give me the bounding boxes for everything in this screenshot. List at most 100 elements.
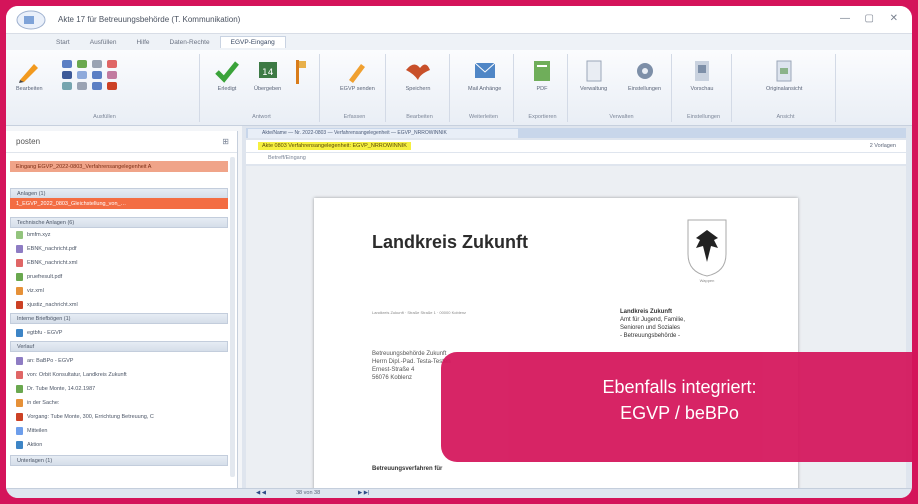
mail-icon xyxy=(474,62,496,78)
coat-of-arms-icon xyxy=(687,219,727,277)
format-icons[interactable] xyxy=(62,60,119,90)
file-icon xyxy=(16,244,23,253)
list-item[interactable]: viz.xml xyxy=(10,285,228,296)
list-item[interactable]: EBNK_nachricht.xml xyxy=(10,257,228,268)
mail-attachments-button[interactable]: Mail Anhänge xyxy=(468,58,501,92)
list-item[interactable]: pruefresult.pdf xyxy=(10,271,228,282)
style-icon[interactable] xyxy=(107,71,117,79)
file-icon xyxy=(16,272,23,281)
section-header[interactable]: Interne Briefbögen (1) xyxy=(10,313,228,324)
row-label: pruefresult.pdf xyxy=(27,273,63,280)
list-item[interactable]: von: Orbit Konsultatur, Landkreis Zukunf… xyxy=(10,369,228,380)
list-item[interactable]: Vorgang: Tube Monte, 300, Errichtung Bet… xyxy=(10,411,228,422)
section-header[interactable]: Technische Anlagen (6) xyxy=(10,217,228,228)
tab-ausfuellen[interactable]: Ausfüllen xyxy=(80,37,127,48)
navigation-panel: posten ⊞ Eingang EGVP_2022-0803_Verfahre… xyxy=(6,131,238,489)
list-item[interactable]: EBNK_nachricht.pdf xyxy=(10,243,228,254)
list-item[interactable]: bmfm.xyz xyxy=(10,229,228,240)
delete-icon[interactable] xyxy=(107,82,117,90)
document-tab-bar: Akte/Name — Nr. 2022-0803 — Verfahrensan… xyxy=(246,128,906,138)
list-item[interactable]: an: BaBPo - EGVP xyxy=(10,355,228,366)
done-button[interactable]: Erledigt xyxy=(214,58,240,92)
underline-icon[interactable] xyxy=(92,60,102,68)
manage-label: Verwaltung xyxy=(580,86,608,92)
link-icon[interactable] xyxy=(92,82,102,90)
selected-message[interactable]: Eingang EGVP_2022-0803_Verfahrensangeleg… xyxy=(10,161,228,172)
row-label: Unterlagen (1) xyxy=(17,457,53,464)
crest-caption: Wappen xyxy=(699,278,715,283)
file-icon xyxy=(16,412,23,421)
section-header[interactable]: Unterlagen (1) xyxy=(10,455,228,466)
file-icon xyxy=(16,384,23,393)
templates-count[interactable]: 2 Vorlagen xyxy=(870,143,896,149)
sender-line: - Betreuungsbehörde - xyxy=(620,333,681,339)
row-label: Mitteilen xyxy=(27,427,48,434)
bold-icon[interactable] xyxy=(62,60,72,68)
ribbon-group-verwalten: Verwaltung Einstellungen Verwalten xyxy=(572,54,672,122)
pdf-button[interactable]: PDF xyxy=(530,58,554,92)
maximize-button[interactable]: ▢ xyxy=(865,13,874,24)
gear-icon xyxy=(636,63,653,79)
ribbon-group-ansicht: Originalansicht Ansicht xyxy=(736,54,836,122)
original-view-button[interactable]: Originalansicht xyxy=(766,58,802,92)
row-label: 1_EGVP_2022_0803_Gleichstellung_von_… xyxy=(16,200,127,207)
edit-button[interactable]: Bearbeiten xyxy=(16,58,43,92)
next-page-button[interactable]: ▶ ▶| xyxy=(358,490,369,496)
tab-egvp-eingang[interactable]: EGVP-Eingang xyxy=(219,36,286,48)
save-button[interactable]: Speichern xyxy=(404,58,432,92)
bird-icon xyxy=(406,64,430,80)
section-header[interactable]: Verlauf xyxy=(10,341,228,352)
row-label: Aktion xyxy=(27,441,43,448)
tab-start[interactable]: Start xyxy=(46,37,80,48)
indent-icon[interactable] xyxy=(92,71,102,79)
align-icon[interactable] xyxy=(62,71,72,79)
page-indicator: 38 von 38 xyxy=(296,490,321,496)
flag-button[interactable] xyxy=(290,58,308,88)
prev-page-button[interactable]: ◀ ◀ xyxy=(256,490,266,496)
ribbon-group-bearbeiten: Speichern Bearbeiten xyxy=(390,54,450,122)
ribbon-group-antwort: Erledigt 14 Übergeben Antwort xyxy=(204,54,320,122)
transfer-button[interactable]: 14 Übergeben xyxy=(254,58,281,92)
return-address: Landkreis Zukunft · Straße Straße 1 · 00… xyxy=(372,310,467,315)
list-item[interactable]: xjustiz_nachricht.xml xyxy=(10,299,228,310)
title-bar: Akte 17 für Betreuungsbehörde (T. Kommun… xyxy=(6,6,912,34)
egvp-send-button[interactable]: EGVP senden xyxy=(340,58,375,92)
list-item[interactable]: Dr. Tube Monte, 14.02.1987 xyxy=(10,383,228,394)
panel-scrollbar[interactable] xyxy=(230,157,235,477)
tab-daten-rechte[interactable]: Daten-Rechte xyxy=(160,37,220,48)
table-icon[interactable] xyxy=(62,82,72,90)
group7-label: Verwalten xyxy=(609,114,634,120)
panel-title: posten xyxy=(16,137,41,146)
subject-highlight: Akte 0803 Verfahrensangelegenheit: EGVP_… xyxy=(258,142,411,150)
row-label: EBNK_nachricht.pdf xyxy=(27,245,77,252)
edit-label: Bearbeiten xyxy=(16,86,43,92)
tab-hilfe[interactable]: Hilfe xyxy=(126,37,159,48)
settings-button[interactable]: Einstellungen xyxy=(628,58,661,92)
close-button[interactable]: ✕ xyxy=(890,13,898,24)
promo-text: Ebenfalls integriert: EGVP / beBPo xyxy=(441,374,918,426)
egvp-send-label: EGVP senden xyxy=(340,86,375,92)
selected-attachment[interactable]: 1_EGVP_2022_0803_Gleichstellung_von_… xyxy=(10,198,228,209)
italic-icon[interactable] xyxy=(77,60,87,68)
list-item[interactable]: Aktion xyxy=(10,439,228,450)
list-icon[interactable] xyxy=(77,71,87,79)
manage-button[interactable]: Verwaltung xyxy=(580,58,607,92)
pin-icon[interactable]: ⊞ xyxy=(222,137,229,146)
image-icon[interactable] xyxy=(77,82,87,90)
list-item[interactable]: in der Sache: xyxy=(10,397,228,408)
file-icon xyxy=(16,286,23,295)
row-label: Dr. Tube Monte, 14.02.1987 xyxy=(27,385,96,392)
row-label: Anlagen (1) xyxy=(17,190,46,197)
color-icon[interactable] xyxy=(107,60,117,68)
pen-icon xyxy=(349,64,366,83)
preview-button[interactable]: Vorschau xyxy=(690,58,714,92)
scan-icon xyxy=(776,60,792,82)
document-tab[interactable]: Akte/Name — Nr. 2022-0803 — Verfahrensan… xyxy=(248,129,518,138)
minimize-button[interactable]: — xyxy=(840,13,850,24)
pdf-label: PDF xyxy=(536,86,548,92)
list-item[interactable]: Mitteilen xyxy=(10,425,228,436)
ribbon-group-weiterleiten: Mail Anhänge Weiterleiten xyxy=(454,54,514,122)
list-item[interactable]: egtbfu - EGVP xyxy=(10,327,228,338)
file-icon xyxy=(16,398,23,407)
settings-label: Einstellungen xyxy=(628,86,662,92)
